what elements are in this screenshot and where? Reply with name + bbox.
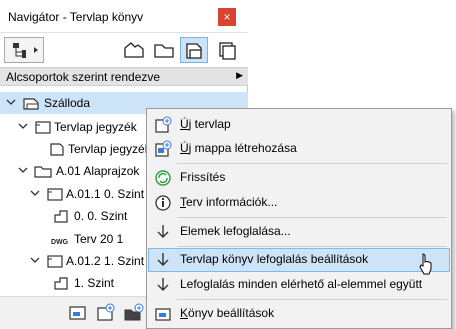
title-bar: Navigátor - Tervlap könyv × [0, 0, 248, 33]
menu-item-label: Frissítés [180, 170, 226, 184]
menu-item-label: Tervlap könyv lefoglalás beállítások [180, 252, 369, 266]
tree-item-label: Terv 20 1 [74, 232, 124, 246]
tree-item-label: A.01.1 0. Szint [66, 187, 145, 201]
menu-item-book-settings[interactable]: Könyv beállítások [148, 302, 450, 326]
chevron-down-icon[interactable] [18, 121, 28, 131]
menu-item-label: Lefoglalás minden elérhető al-elemmel eg… [180, 277, 423, 291]
context-menu: Új tervlap Új mappa létrehozása Frissíté… [146, 108, 452, 329]
tree-item-label: A.01 Alaprajzok [56, 164, 140, 178]
tree-item-label: A.01.2 1. Szint [66, 254, 145, 268]
chevron-down-icon[interactable] [18, 165, 28, 175]
sheet-icon [50, 143, 64, 156]
mouse-cursor-icon [419, 253, 432, 275]
layout-icon [47, 255, 63, 268]
dwg-label: DWG [51, 239, 69, 246]
menu-separator [177, 217, 447, 218]
menu-item-new-folder[interactable]: Új mappa létrehozása [148, 137, 450, 161]
menu-item-refresh[interactable]: Frissítés [148, 166, 450, 190]
menu-item-label: Könyv beállítások [180, 306, 275, 320]
sort-label: Alcsoportok szerint rendezve [6, 70, 161, 84]
chevron-down-icon[interactable] [30, 255, 40, 265]
publisher-sets-button[interactable] [212, 37, 240, 63]
new-folder-icon [155, 140, 172, 157]
chevron-down-icon[interactable] [30, 188, 40, 198]
tree-item-label: Szálloda [44, 96, 91, 110]
tree-item-label: 1. Szint [74, 276, 115, 290]
project-map-button[interactable] [120, 37, 148, 63]
reserve-icon [157, 225, 169, 238]
layout-book-button[interactable] [180, 37, 208, 63]
menu-separator [177, 246, 447, 247]
menu-separator [177, 163, 447, 164]
drawing-icon [54, 277, 68, 290]
reserve-settings-icon [157, 253, 169, 266]
close-button[interactable]: × [218, 8, 236, 26]
window-title: Navigátor - Tervlap könyv [8, 10, 144, 24]
tree-item-label: 0. 0. Szint [74, 209, 128, 223]
chevron-down-icon[interactable] [6, 97, 16, 107]
menu-item-project-info[interactable]: Terv információk... [148, 191, 450, 215]
layout-settings-button[interactable] [68, 303, 88, 323]
menu-item-label: Elemek lefoglalása... [180, 224, 291, 238]
dwg-icon: DWG [51, 239, 69, 246]
hierarchy-icon [13, 43, 38, 58]
menu-item-label: Új tervlap [180, 117, 231, 131]
drawing-icon [54, 210, 68, 223]
layout-icon [35, 121, 51, 134]
menu-item-new-layout[interactable]: Új tervlap [148, 113, 450, 137]
menu-item-label: Új mappa létrehozása [180, 141, 297, 155]
new-layout-button[interactable] [96, 303, 116, 323]
tree-item-label: Tervlap jegyzék [54, 120, 137, 134]
sort-arrow-icon: ▶ [236, 70, 243, 80]
new-layout-icon [97, 303, 115, 321]
navigator-toolbar [0, 33, 248, 67]
menu-item-label: Terv információk... [180, 195, 278, 209]
layout-icon [47, 188, 63, 201]
new-folder-icon [124, 303, 144, 321]
view-map-icon [154, 44, 174, 58]
info-icon [155, 195, 171, 211]
sort-bar[interactable]: Alcsoportok szerint rendezve ▶ [0, 67, 248, 86]
refresh-icon [155, 170, 171, 186]
new-folder-button[interactable] [124, 303, 144, 323]
menu-item-reserve-all[interactable]: Lefoglalás minden elérhető al-elemmel eg… [148, 273, 450, 297]
tree-options-dropdown[interactable] [4, 37, 44, 63]
menu-item-reserve-elements[interactable]: Elemek lefoglalása... [148, 220, 450, 244]
layout-settings-icon [69, 306, 86, 320]
view-map-button[interactable] [150, 37, 178, 63]
menu-separator [177, 299, 447, 300]
book-icon [23, 98, 39, 110]
book-settings-icon [155, 308, 171, 321]
new-layout-icon [155, 116, 172, 133]
menu-item-reserve-settings[interactable]: Tervlap könyv lefoglalás beállítások [148, 248, 450, 272]
tree-item-label: Tervlap jegyzék ( [68, 142, 159, 156]
layout-book-icon [186, 43, 202, 59]
reserve-all-icon [157, 278, 169, 291]
project-map-icon [124, 42, 144, 58]
folder-icon [34, 166, 52, 178]
publisher-sets-icon [219, 42, 236, 60]
